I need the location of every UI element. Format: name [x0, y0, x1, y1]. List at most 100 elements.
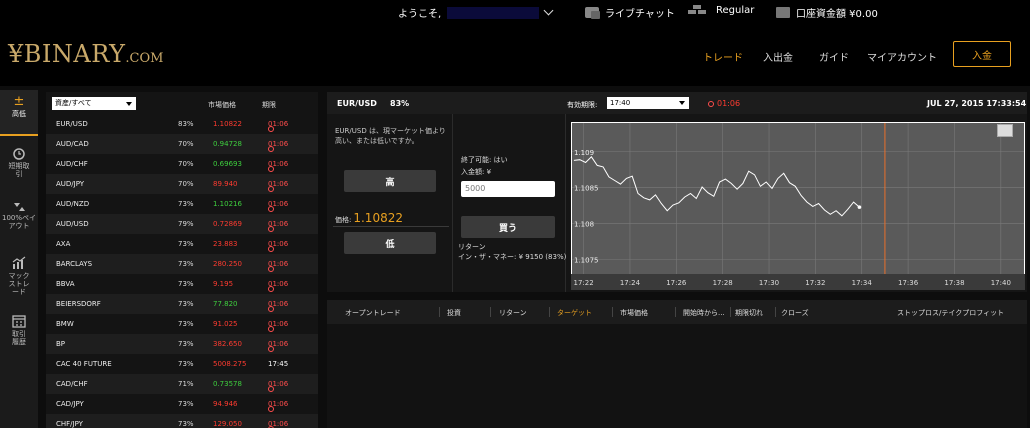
x-tick-label: 17:32	[805, 279, 825, 287]
yen-logo-icon: ¥	[8, 40, 24, 68]
sidebar-item-history[interactable]: 取引履歴	[0, 314, 38, 346]
asset-payout: 73%	[178, 280, 194, 288]
logo[interactable]: ¥BINARY.COM	[8, 40, 163, 68]
asset-payout: 73%	[178, 260, 194, 268]
asset-row[interactable]: AUD/CHF 70% 0.69693 01:06	[46, 154, 318, 174]
asset-filter-value: 資産/すべて	[55, 99, 92, 107]
asset-payout: 70%	[178, 180, 194, 188]
asset-payout: 73%	[178, 240, 194, 248]
col-expired: 期限切れ	[735, 309, 763, 317]
asset-row[interactable]: BBVA 73% 9.195 01:06	[46, 274, 318, 294]
asset-row[interactable]: AUD/JPY 70% 89.940 01:06	[46, 174, 318, 194]
asset-name: AUD/CHF	[56, 160, 88, 168]
asset-payout: 73%	[178, 300, 194, 308]
sidebar-item-label: 100%ペイアウト	[2, 214, 37, 230]
expiry-select[interactable]: 17:40	[607, 97, 689, 109]
asset-row[interactable]: AUD/NZD 73% 1.10216 01:06	[46, 194, 318, 214]
trade-datetime: JUL 27, 2015 17:33:54	[927, 99, 1027, 108]
asset-filter-select[interactable]: 資産/すべて	[52, 97, 136, 110]
amount-input[interactable]: 5000	[461, 181, 555, 197]
asset-row[interactable]: CAC 40 FUTURE 73% 5008.275 17:45	[46, 354, 318, 374]
sidebar-item-label: 高低	[12, 110, 26, 118]
nav-my-account[interactable]: マイアカウント	[867, 49, 937, 64]
x-tick-label: 17:28	[713, 279, 733, 287]
x-tick-label: 17:40	[991, 279, 1011, 287]
open-trades-header: オープントレード 投資 リターン ターゲット 市場価格 開始時から... 期限切…	[327, 300, 1027, 324]
deposit-button[interactable]: 入金	[953, 41, 1011, 67]
clock-icon	[268, 386, 274, 392]
sidebar-item-payout[interactable]: 100%ペイアウト	[0, 202, 38, 230]
buy-button[interactable]: 買う	[461, 216, 555, 238]
asset-payout: 73%	[178, 200, 194, 208]
low-button[interactable]: 低	[344, 232, 436, 254]
balance[interactable]: 口座資金額 ¥0.00	[776, 5, 878, 20]
asset-row[interactable]: BARCLAYS 73% 280.250 01:06	[46, 254, 318, 274]
sidebar-item-high-low[interactable]: ± 高低	[0, 95, 38, 118]
asset-row[interactable]: BP 73% 382.650 01:06	[46, 334, 318, 354]
asset-expiry: 01:06	[268, 340, 288, 352]
high-button[interactable]: 高	[344, 170, 436, 192]
current-price-point	[857, 205, 862, 209]
asset-expiry: 17:45	[268, 360, 288, 368]
asset-name: BARCLAYS	[56, 260, 93, 268]
nav-trade[interactable]: トレード	[703, 49, 743, 64]
live-chat-label: ライブチャット	[605, 9, 675, 20]
asset-price: 0.69693	[213, 160, 242, 168]
sidebar-item-label: 短期取引	[8, 162, 30, 178]
chat-icon	[585, 7, 600, 19]
asset-list: 資産/すべて 市場価格 期限 EUR/USD 83% 1.10822 01:06 AUD…	[46, 92, 318, 428]
asset-name: AUD/NZD	[56, 200, 90, 208]
divider	[333, 226, 449, 227]
asset-row[interactable]: CAD/CHF 71% 0.73578 01:06	[46, 374, 318, 394]
live-chat-link[interactable]: ライブチャット	[585, 5, 675, 20]
asset-row[interactable]: CHF/JPY 73% 129.050 01:06	[46, 414, 318, 428]
asset-payout: 73%	[178, 320, 194, 328]
col-header-expiry: 期限	[262, 101, 276, 109]
asset-row[interactable]: CAD/JPY 73% 94.946 01:06	[46, 394, 318, 414]
clock-icon	[268, 206, 274, 212]
asset-row[interactable]: AUD/CAD 70% 0.94728 01:06	[46, 134, 318, 154]
arrows-icon	[14, 203, 25, 211]
plot-area	[572, 123, 1024, 274]
asset-price: 1.10216	[213, 200, 242, 208]
nav-deposit-withdraw[interactable]: 入出金	[763, 49, 793, 64]
divider	[439, 307, 440, 317]
x-tick-label: 17:26	[666, 279, 687, 287]
clock-icon	[268, 186, 274, 192]
asset-price: 0.73578	[213, 380, 242, 388]
asset-price: 280.250	[213, 260, 242, 268]
x-tick-label: 17:34	[852, 279, 873, 287]
asset-payout: 73%	[178, 360, 194, 368]
asset-row[interactable]: EUR/USD 83% 1.10822 01:06	[46, 114, 318, 134]
divider	[775, 307, 776, 317]
trade-header: EUR/USD 83% 有効期限: 17:40 01:06 JUL 27, 20…	[327, 92, 1027, 114]
asset-expiry: 01:06	[268, 320, 288, 332]
asset-payout: 83%	[178, 120, 194, 128]
account-icon	[776, 7, 790, 18]
clock-icon	[268, 306, 274, 312]
welcome[interactable]: ようこそ,	[398, 5, 554, 20]
clock-icon	[268, 346, 274, 352]
gold-bars-icon	[684, 5, 710, 16]
asset-name: BEIERSDORF	[56, 300, 101, 308]
asset-row[interactable]: BMW 73% 91.025 01:06	[46, 314, 318, 334]
clock-icon	[268, 266, 274, 272]
sidebar-item-short-term[interactable]: 短期取引	[0, 148, 38, 178]
price-chart[interactable]: 17:22 17:24 17:26 17:28 17:30 17:32 17:34 17:36…	[571, 122, 1025, 290]
welcome-text: ようこそ,	[398, 9, 442, 20]
sidebar-item-max-trade[interactable]: マックストレード	[0, 256, 38, 296]
asset-expiry: 01:06	[268, 220, 288, 232]
nav-guide[interactable]: ガイド	[819, 49, 849, 64]
chart-expand-icon[interactable]	[997, 124, 1013, 137]
asset-name: EUR/USD	[56, 120, 88, 128]
header: ¥BINARY.COM トレード 入出金 ガイド マイアカウント 入金	[0, 24, 1030, 86]
asset-row[interactable]: AXA 73% 23.883 01:06	[46, 234, 318, 254]
asset-expiry: 01:06	[268, 240, 288, 252]
strike-value: 1.10822	[353, 211, 403, 225]
return-value: イン・ザ・マネー: ¥ 9150 (83%)	[458, 253, 567, 261]
clock-icon	[268, 166, 274, 172]
asset-row[interactable]: BEIERSDORF 73% 77.820 01:06	[46, 294, 318, 314]
chevron-down-icon[interactable]	[543, 5, 554, 16]
asset-expiry: 01:06	[268, 380, 288, 392]
asset-row[interactable]: AUD/USD 79% 0.72869 01:06	[46, 214, 318, 234]
